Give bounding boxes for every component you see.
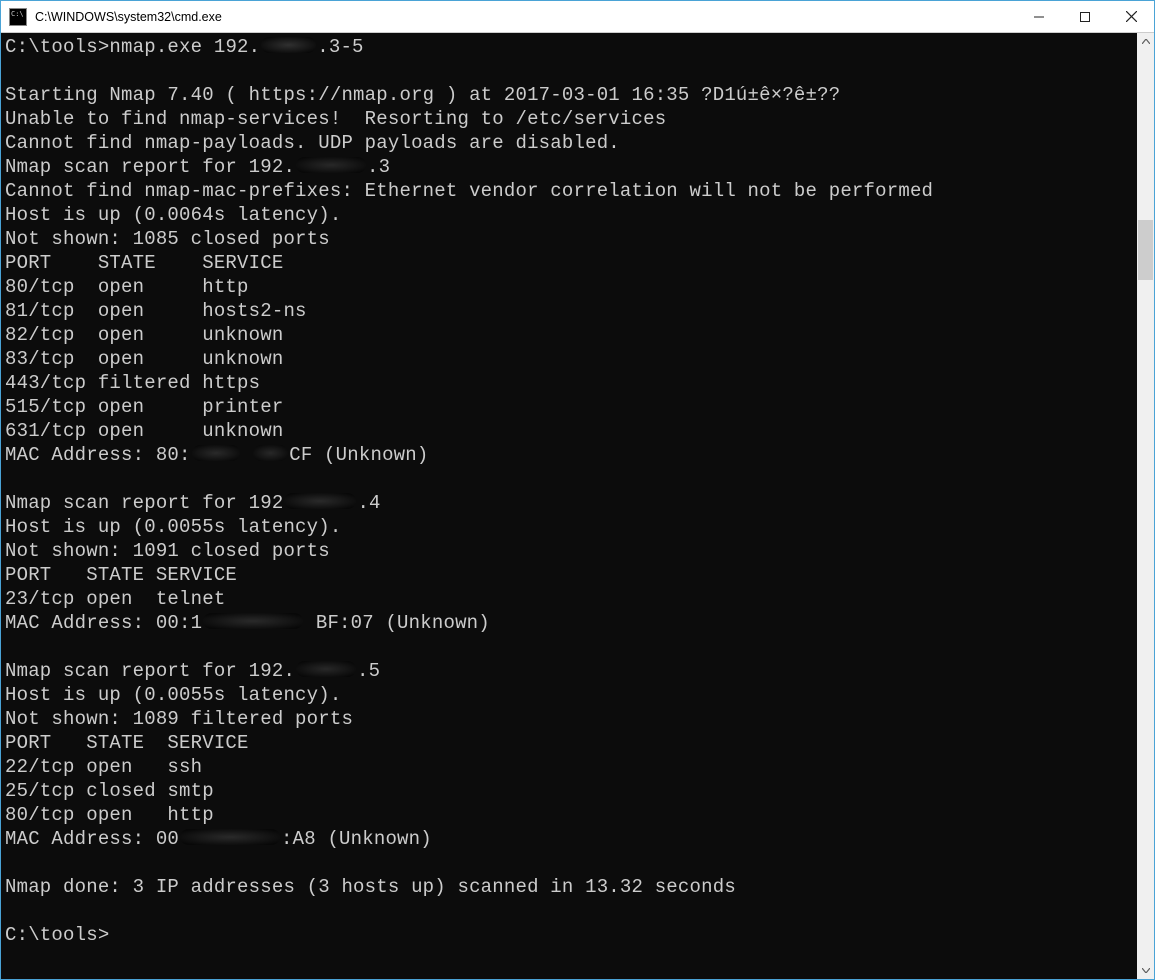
output-line: Not shown: 1091 closed ports [5, 540, 330, 562]
output-line: Host is up (0.0064s latency). [5, 204, 341, 226]
output-line: 631/tcp open unknown [5, 420, 283, 442]
maximize-button[interactable] [1062, 1, 1108, 32]
output-line: Host is up (0.0055s latency). [5, 684, 341, 706]
output-line: Not shown: 1089 filtered ports [5, 708, 353, 730]
output-line: 81/tcp open hosts2-ns [5, 300, 307, 322]
output-line: 22/tcp open ssh [5, 756, 202, 778]
output-line: PORT STATE SERVICE [5, 732, 249, 754]
prompt: C:\tools> [5, 36, 109, 58]
titlebar[interactable]: C:\WINDOWS\system32\cmd.exe [1, 1, 1154, 33]
output-line: .4 [357, 492, 380, 514]
cmd-icon [9, 8, 27, 26]
scroll-track[interactable] [1137, 50, 1154, 962]
minimize-button[interactable] [1016, 1, 1062, 32]
prompt: C:\tools> [5, 924, 109, 946]
output-line: 80/tcp open http [5, 276, 249, 298]
output-line: :A8 (Unknown) [281, 828, 432, 850]
output-line: .3 [367, 156, 390, 178]
output-line: Not shown: 1085 closed ports [5, 228, 330, 250]
output-line: PORT STATE SERVICE [5, 252, 283, 274]
output-line: Unable to find nmap-services! Resorting … [5, 108, 666, 130]
close-button[interactable] [1108, 1, 1154, 32]
output-line: 443/tcp filtered https [5, 372, 260, 394]
window-title: C:\WINDOWS\system32\cmd.exe [35, 10, 1016, 24]
redacted-ip [284, 493, 356, 509]
terminal-area: C:\tools>nmap.exe 192..3-5 Starting Nmap… [1, 33, 1154, 979]
output-line: .5 [357, 660, 380, 682]
output-line: Nmap done: 3 IP addresses (3 hosts up) s… [5, 876, 736, 898]
output-line: Starting Nmap 7.40 ( https://nmap.org ) … [5, 84, 840, 106]
redacted-ip [261, 37, 316, 53]
scroll-thumb[interactable] [1138, 220, 1153, 280]
output-line: Host is up (0.0055s latency). [5, 516, 341, 538]
command-text: nmap.exe 192. [109, 36, 260, 58]
command-text: .3-5 [317, 36, 363, 58]
output-line: CF (Unknown) [289, 444, 428, 466]
output-line: Nmap scan report for 192. [5, 156, 295, 178]
output-line: MAC Address: 00:1 [5, 612, 202, 634]
output-line: MAC Address: 00 [5, 828, 179, 850]
output-line: 25/tcp closed smtp [5, 780, 214, 802]
output-line: 80/tcp open http [5, 804, 214, 826]
redacted-mac [192, 445, 240, 461]
output-line: MAC Address: 80: [5, 444, 191, 466]
output-line: PORT STATE SERVICE [5, 564, 237, 586]
output-line: 515/tcp open printer [5, 396, 283, 418]
output-line: 83/tcp open unknown [5, 348, 283, 370]
vertical-scrollbar[interactable] [1137, 33, 1154, 979]
terminal-output[interactable]: C:\tools>nmap.exe 192..3-5 Starting Nmap… [1, 33, 1137, 979]
output-line: 82/tcp open unknown [5, 324, 283, 346]
window-controls [1016, 1, 1154, 32]
cmd-window: C:\WINDOWS\system32\cmd.exe C:\tools>nma… [0, 0, 1155, 980]
output-line: Nmap scan report for 192 [5, 492, 283, 514]
output-line: Cannot find nmap-payloads. UDP payloads … [5, 132, 620, 154]
output-line: Cannot find nmap-mac-prefixes: Ethernet … [5, 180, 933, 202]
scroll-up-arrow-icon[interactable] [1137, 33, 1154, 50]
redacted-ip [296, 157, 366, 173]
output-line: Nmap scan report for 192. [5, 660, 295, 682]
redacted-mac [180, 829, 280, 845]
redacted-mac [253, 445, 288, 461]
redacted-mac [203, 613, 303, 629]
scroll-down-arrow-icon[interactable] [1137, 962, 1154, 979]
output-line: BF:07 (Unknown) [316, 612, 490, 634]
redacted-ip [296, 661, 356, 677]
output-line: 23/tcp open telnet [5, 588, 225, 610]
